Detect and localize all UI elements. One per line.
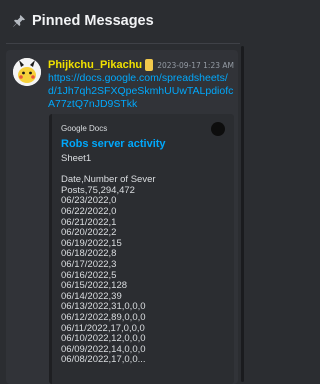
embed-description: Sheet1 Date,Number of Sever Posts,75,294… xyxy=(61,153,156,366)
pinned-header: Pinned Messages xyxy=(0,0,246,42)
header-divider xyxy=(6,43,240,44)
pinned-message[interactable]: Phijkchu_Pikachu 2023-09-17 1:23 AM http… xyxy=(6,50,238,384)
pin-icon xyxy=(12,14,26,28)
embed-title[interactable]: Robs server activity xyxy=(61,138,166,150)
page-title: Pinned Messages xyxy=(32,13,154,29)
embed-thumbnail-icon xyxy=(211,122,225,136)
avatar[interactable] xyxy=(13,58,41,86)
scrollbar[interactable] xyxy=(241,46,244,382)
pinned-messages-panel: Pinned Messages Phijkchu_Pikachu 2023-09… xyxy=(0,0,246,384)
username[interactable]: Phijkchu_Pikachu xyxy=(48,59,142,71)
message-header: Phijkchu_Pikachu 2023-09-17 1:23 AM xyxy=(48,58,234,72)
pikachu-emoji-icon xyxy=(145,59,154,71)
embed-provider: Google Docs xyxy=(61,124,108,133)
spreadsheet-link[interactable]: https://docs.google.com/spreadsheets/d/1… xyxy=(48,72,234,111)
timestamp: 2023-09-17 1:23 AM xyxy=(157,60,234,70)
link-embed: Google Docs Robs server activity Sheet1 … xyxy=(49,114,234,384)
